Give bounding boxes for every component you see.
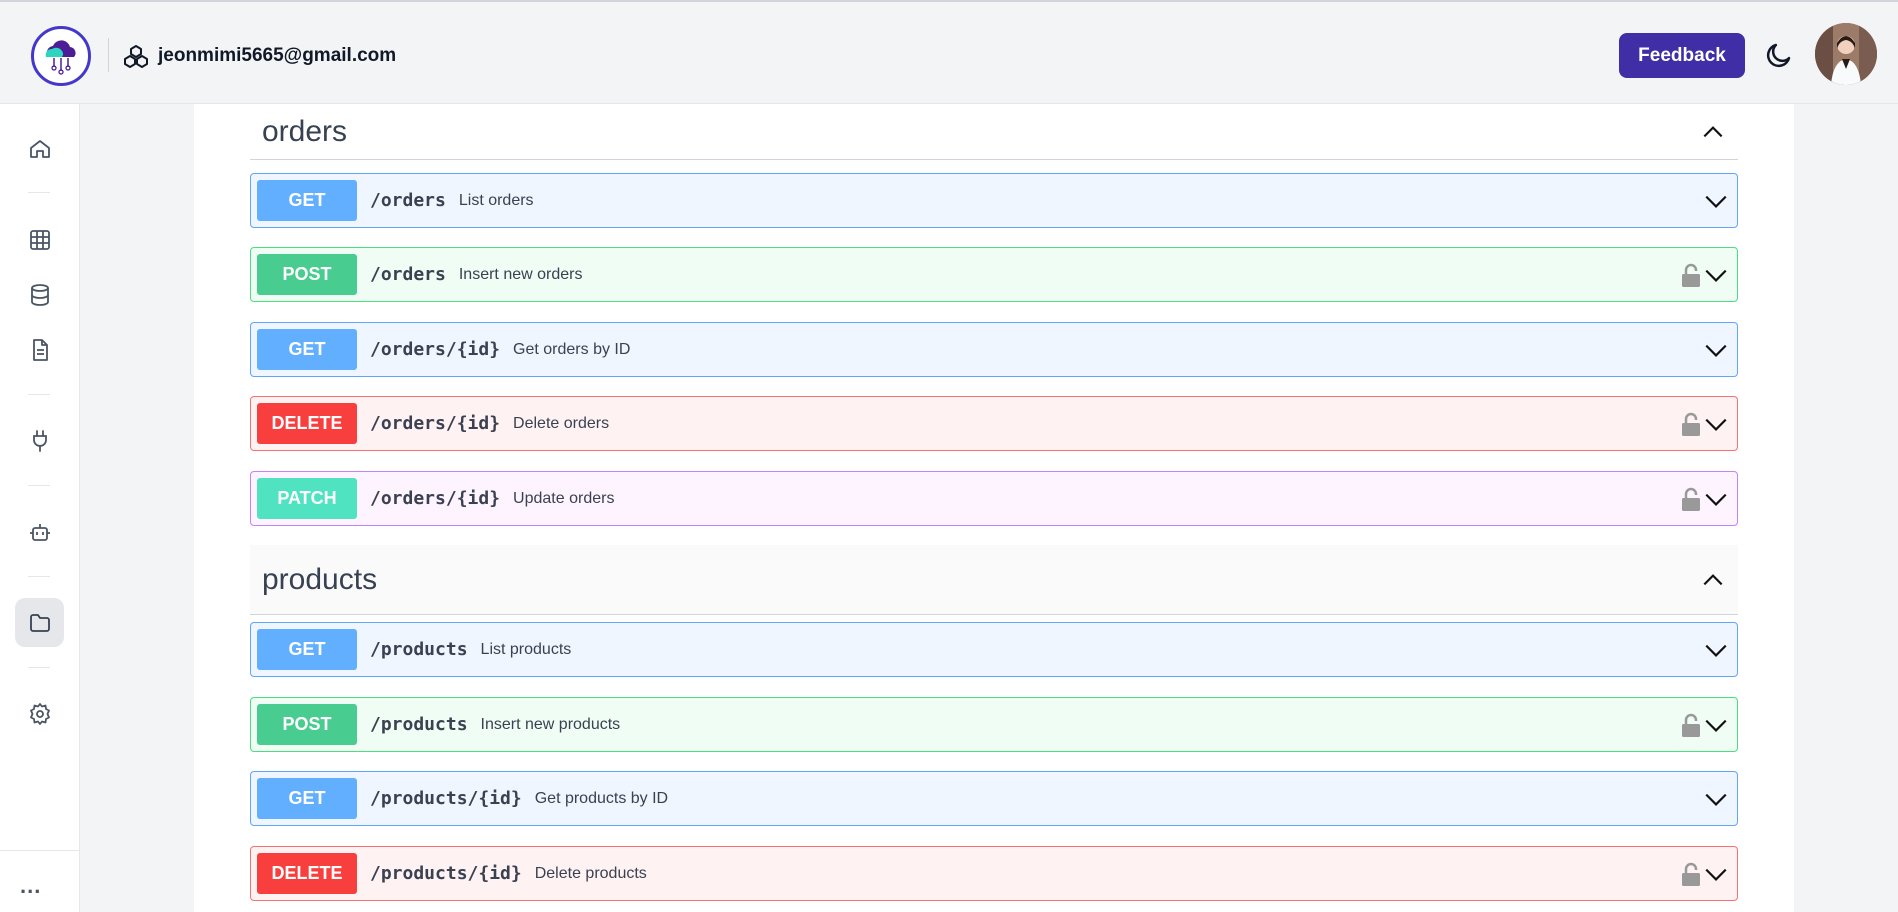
grid-icon — [29, 229, 50, 250]
sidebar-separator — [28, 667, 50, 668]
chevron-up-icon[interactable] — [1700, 567, 1726, 593]
operation-summary: Insert new products — [480, 715, 621, 733]
top-header: jeonmimi5665@gmail.com Feedback — [0, 0, 1898, 104]
operation-summary: Delete orders — [513, 414, 610, 432]
sidebar-item-integrations[interactable] — [15, 416, 64, 465]
method-badge: GET — [257, 329, 357, 370]
database-icon — [30, 283, 49, 306]
method-badge: POST — [257, 704, 357, 745]
operation-summary: List products — [480, 640, 572, 658]
avatar-photo-icon — [1815, 23, 1877, 85]
sidebar-item-docs[interactable] — [15, 325, 64, 374]
lock-icon[interactable] — [1681, 262, 1701, 288]
chevron-down-icon[interactable] — [1703, 637, 1729, 663]
cloud-logo-icon — [45, 40, 76, 75]
sidebar-separator — [28, 576, 50, 577]
operation-summary: Update orders — [513, 489, 615, 507]
sidebar-separator — [28, 192, 50, 193]
operation-summary: List orders — [458, 191, 534, 209]
operation-path: /products — [370, 714, 468, 735]
operation-summary: Insert new orders — [458, 265, 583, 283]
method-badge: GET — [257, 180, 357, 221]
app-logo[interactable] — [31, 26, 91, 86]
lock-icon[interactable] — [1681, 411, 1701, 437]
plug-icon — [32, 429, 47, 452]
operation-summary: Get orders by ID — [513, 340, 631, 358]
operation-path: /products/{id} — [370, 788, 522, 809]
section-header-products[interactable]: products — [250, 545, 1738, 615]
sidebar-separator — [28, 394, 50, 395]
sidebar-separator — [28, 485, 50, 486]
chevron-up-icon[interactable] — [1700, 119, 1726, 145]
method-badge: GET — [257, 629, 357, 670]
feedback-button[interactable]: Feedback — [1619, 33, 1745, 78]
operation-patch-order[interactable]: PATCH /orders/{id} Update orders — [250, 471, 1738, 526]
chevron-down-icon[interactable] — [1703, 486, 1729, 512]
operation-post-products[interactable]: POST /products Insert new products — [250, 697, 1738, 752]
operation-path: /orders/{id} — [370, 413, 501, 434]
api-docs-panel: orders GET /orders List orders POST /ord… — [194, 104, 1794, 912]
document-icon — [32, 338, 48, 361]
workspace-cubes-icon — [124, 45, 148, 68]
chevron-down-icon[interactable] — [1703, 188, 1729, 214]
operation-post-orders[interactable]: POST /orders Insert new orders — [250, 247, 1738, 302]
header-divider — [108, 38, 109, 72]
operation-delete-product[interactable]: DELETE /products/{id} Delete products — [250, 846, 1738, 901]
lock-icon[interactable] — [1681, 712, 1701, 738]
sidebar-bottom-divider — [0, 850, 80, 851]
sidebar: ... — [0, 104, 80, 912]
robot-icon — [29, 523, 50, 541]
chevron-down-icon[interactable] — [1703, 262, 1729, 288]
operation-path: /orders/{id} — [370, 339, 501, 360]
user-avatar[interactable] — [1815, 23, 1877, 85]
sidebar-item-database[interactable] — [15, 270, 64, 319]
chevron-down-icon[interactable] — [1703, 786, 1729, 812]
method-badge: PATCH — [257, 478, 357, 519]
operation-get-products[interactable]: GET /products List products — [250, 622, 1738, 677]
home-icon — [29, 139, 50, 158]
method-badge: POST — [257, 254, 357, 295]
operation-get-product-by-id[interactable]: GET /products/{id} Get products by ID — [250, 771, 1738, 826]
moon-icon[interactable] — [1764, 40, 1794, 70]
sidebar-item-tables[interactable] — [15, 215, 64, 264]
method-badge: GET — [257, 778, 357, 819]
operation-summary: Delete products — [534, 864, 647, 882]
method-badge: DELETE — [257, 403, 357, 444]
operation-summary: Get products by ID — [534, 789, 669, 807]
chevron-down-icon[interactable] — [1703, 337, 1729, 363]
operation-delete-order[interactable]: DELETE /orders/{id} Delete orders — [250, 396, 1738, 451]
chevron-down-icon[interactable] — [1703, 861, 1729, 887]
method-badge: DELETE — [257, 853, 357, 894]
section-title: orders — [262, 114, 348, 148]
sidebar-item-home[interactable] — [15, 124, 64, 173]
gear-icon — [29, 702, 50, 725]
operation-path: /orders — [370, 264, 446, 285]
sidebar-item-automation[interactable] — [15, 507, 64, 556]
chevron-down-icon[interactable] — [1703, 411, 1729, 437]
lock-icon[interactable] — [1681, 486, 1701, 512]
operation-path: /orders — [370, 190, 446, 211]
lock-icon[interactable] — [1681, 861, 1701, 887]
sidebar-item-settings[interactable] — [15, 689, 64, 738]
sidebar-item-files[interactable] — [15, 598, 64, 647]
workspace-email[interactable]: jeonmimi5665@gmail.com — [158, 44, 396, 68]
operation-path: /products — [370, 639, 468, 660]
section-header-orders[interactable]: orders — [250, 104, 1738, 160]
more-options-icon[interactable]: ... — [20, 875, 41, 897]
operation-get-orders[interactable]: GET /orders List orders — [250, 173, 1738, 228]
folder-icon — [29, 613, 50, 632]
section-title: products — [262, 562, 378, 596]
operation-path: /orders/{id} — [370, 488, 501, 509]
operation-path: /products/{id} — [370, 863, 522, 884]
operation-get-order-by-id[interactable]: GET /orders/{id} Get orders by ID — [250, 322, 1738, 377]
chevron-down-icon[interactable] — [1703, 712, 1729, 738]
